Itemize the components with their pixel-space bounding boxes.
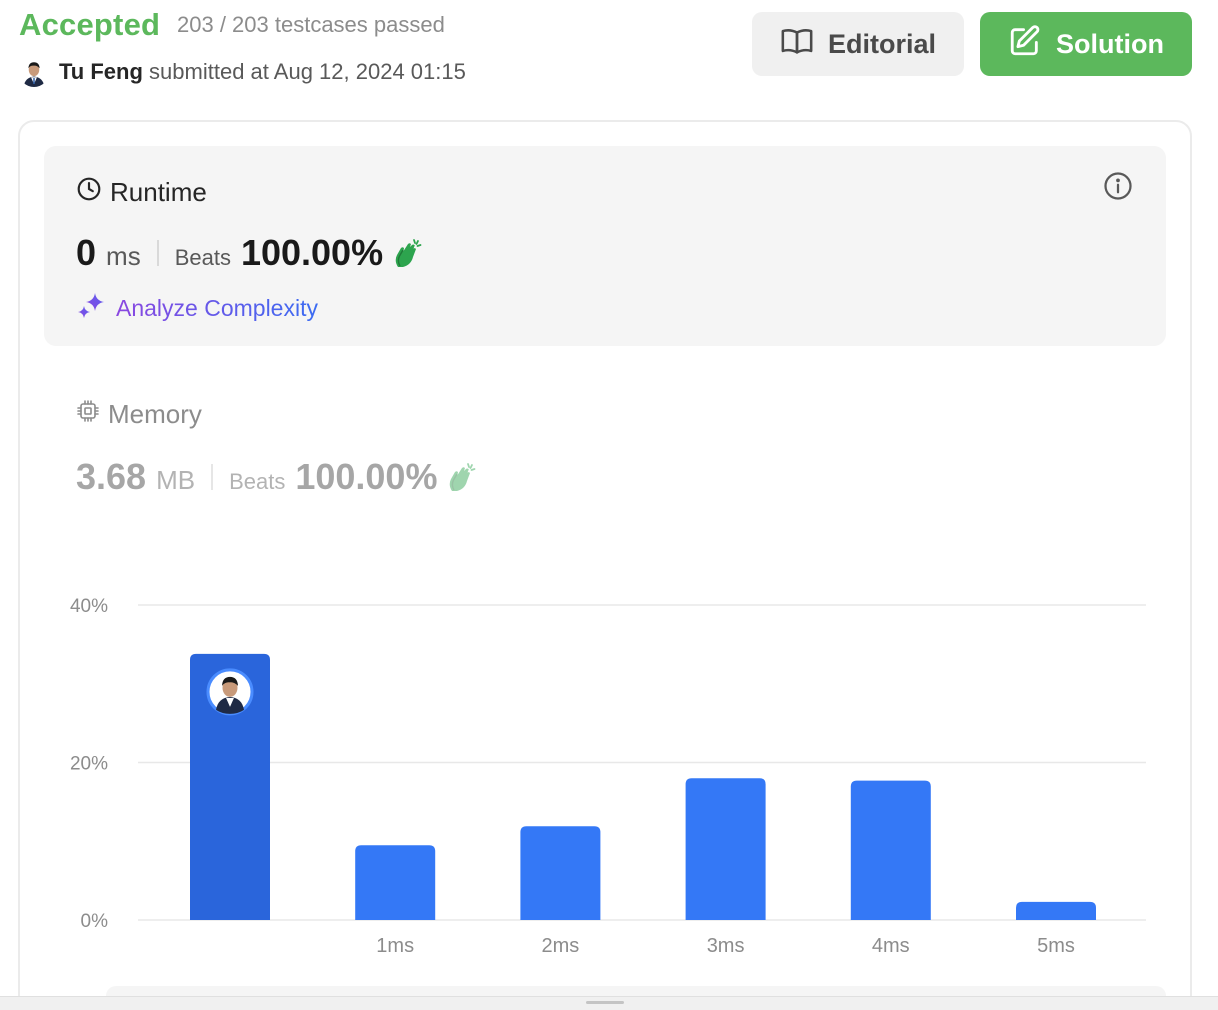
runtime-title: Runtime [110, 177, 207, 207]
analyze-complexity-link[interactable]: Analyze Complexity [78, 291, 318, 325]
sparkles-icon [78, 291, 106, 325]
submitter-line: Tu Feng submitted at Aug 12, 2024 01:15 [59, 59, 466, 85]
submission-header: Accepted 203 / 203 testcases passed Tu F… [0, 0, 1218, 110]
x-tick-label: 4ms [872, 935, 910, 957]
chart-bar[interactable] [850, 780, 931, 920]
x-tick-label: 1ms [376, 935, 414, 957]
y-tick-label: 20% [70, 754, 108, 775]
runtime-distribution-chart: 0% 20% 40% 1ms 2ms 3ms 4ms 5ms [70, 596, 1146, 957]
chart-bar[interactable] [355, 845, 436, 920]
book-open-icon [780, 24, 814, 65]
x-tick-label: 2ms [542, 935, 580, 957]
info-icon[interactable] [1103, 171, 1133, 201]
runtime-stats: 0 ms Beats 100.00% [76, 232, 423, 274]
runtime-heading: Runtime [76, 176, 207, 209]
memory-beats-value: 100.00% [295, 456, 438, 497]
clap-icon [445, 461, 477, 493]
y-tick-label: 0% [81, 911, 109, 932]
editorial-label: Editorial [827, 28, 936, 59]
chart-bar[interactable] [520, 826, 601, 920]
solution-button[interactable]: Solution [980, 12, 1192, 76]
memory-stats[interactable]: 3.68 MB Beats 100.00% [76, 456, 477, 498]
memory-heading[interactable]: Memory [76, 399, 202, 430]
resize-bar[interactable] [0, 996, 1218, 1010]
editorial-button[interactable]: Editorial [752, 12, 964, 76]
memory-beats-label: Beats [229, 469, 286, 494]
user-avatar[interactable] [19, 57, 49, 87]
memory-unit: MB [156, 465, 196, 495]
runtime-beats-value: 100.00% [240, 232, 384, 273]
y-tick-label: 40% [70, 596, 108, 617]
chip-icon [76, 399, 100, 430]
analyze-complexity-label: Analyze Complexity [116, 294, 318, 321]
x-tick-label: 3ms [707, 935, 745, 957]
submitter-name[interactable]: Tu Feng [59, 59, 143, 84]
solution-label: Solution [1056, 28, 1164, 59]
chart-bar[interactable] [685, 778, 766, 920]
resize-handle[interactable] [586, 1001, 624, 1004]
x-tick-label: 5ms [1037, 935, 1075, 957]
runtime-unit: ms [106, 241, 141, 271]
edit-icon [1008, 24, 1042, 65]
memory-title: Memory [108, 399, 202, 429]
submitted-time: submitted at Aug 12, 2024 01:15 [149, 59, 466, 84]
runtime-beats-label: Beats [174, 245, 231, 270]
chart-bar[interactable] [1016, 901, 1096, 920]
clock-icon [76, 176, 102, 209]
clap-icon [391, 237, 423, 269]
runtime-value: 0 [76, 232, 97, 273]
stat-divider [156, 240, 159, 266]
bar-user-avatar[interactable] [206, 668, 254, 716]
testcases-passed: 203 / 203 testcases passed [177, 12, 445, 37]
status-label: Accepted [19, 7, 161, 42]
stat-divider [211, 464, 214, 490]
runtime-panel[interactable]: Runtime 0 ms Beats 100.00% Analyze Compl… [44, 146, 1166, 346]
memory-value: 3.68 [76, 456, 147, 497]
